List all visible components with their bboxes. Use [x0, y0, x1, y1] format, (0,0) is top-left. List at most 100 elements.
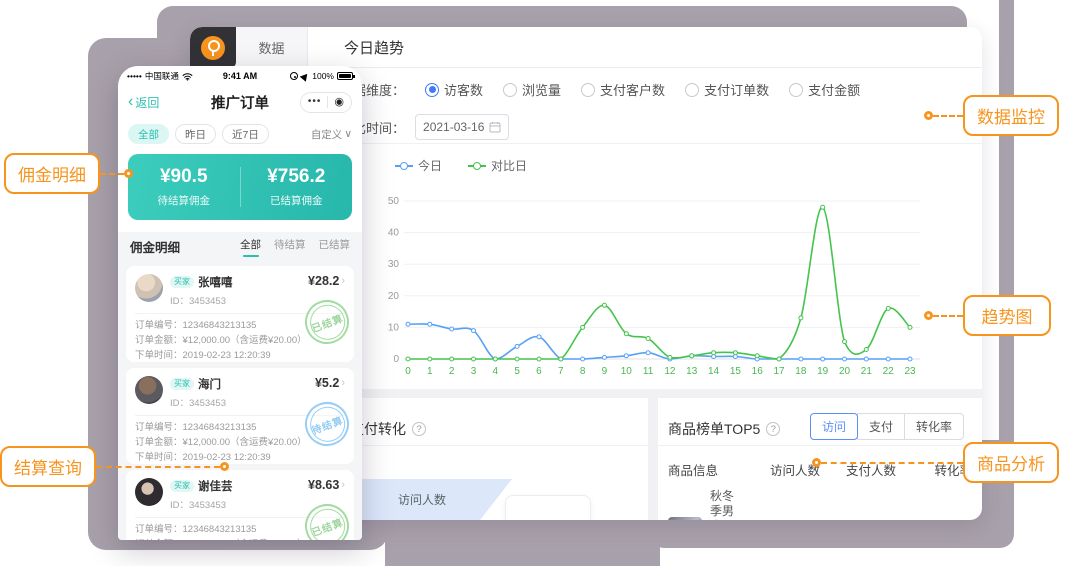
- svg-text:16: 16: [752, 366, 764, 377]
- radio-pay-orders[interactable]: 支付订单数: [685, 80, 769, 99]
- callout-connector: [96, 466, 220, 468]
- battery-icon: [337, 72, 353, 80]
- menu-dots-button[interactable]: •••: [308, 97, 322, 107]
- help-icon[interactable]: ?: [412, 422, 426, 436]
- radio-pay-amount[interactable]: 支付金额: [789, 80, 860, 99]
- svg-text:5: 5: [514, 366, 520, 377]
- svg-text:18: 18: [795, 366, 807, 377]
- callout-connector: [821, 462, 963, 464]
- svg-text:40: 40: [388, 228, 400, 239]
- settled-commission: ¥756.2 已结算佣金: [241, 166, 353, 208]
- list-tab-pending[interactable]: 待结算: [274, 237, 306, 255]
- commission-amount: ¥8.63: [308, 478, 339, 492]
- svg-text:22: 22: [883, 366, 895, 377]
- radio-label: 浏览量: [522, 80, 561, 99]
- close-target-button[interactable]: ◉: [334, 97, 344, 108]
- battery-percent-label: 100%: [312, 71, 334, 81]
- settled-amount: ¥756.2: [267, 166, 325, 188]
- svg-text:0: 0: [393, 354, 399, 365]
- active-tab[interactable]: [190, 27, 236, 68]
- range-tab-yesterday[interactable]: 昨日: [175, 124, 216, 144]
- back-label: 返回: [135, 94, 159, 111]
- tab-rate[interactable]: 转化率: [904, 413, 964, 440]
- radio-icon[interactable]: [581, 83, 595, 97]
- radio-visitors[interactable]: 访客数: [425, 80, 483, 99]
- radio-label: 支付客户数: [600, 80, 665, 99]
- svg-text:10: 10: [621, 366, 633, 377]
- page-title: 今日趋势: [308, 27, 982, 67]
- callout-product-analysis: 商品分析: [812, 442, 1059, 483]
- product-row[interactable]: 秋冬季男士毛 中领新宽松 1 1 100%: [668, 489, 972, 520]
- dimension-row: 数据维度： 访客数 浏览量 支付客户数 支付订单数: [340, 80, 860, 99]
- svg-text:4: 4: [493, 366, 499, 377]
- buyer-id: ID：3453453: [170, 497, 233, 511]
- help-icon[interactable]: ?: [766, 422, 780, 436]
- svg-text:50: 50: [388, 196, 400, 207]
- svg-text:30: 30: [388, 259, 400, 270]
- radio-icon[interactable]: [789, 83, 803, 97]
- legend-item-today: 今日: [395, 157, 442, 174]
- range-tab-7days[interactable]: 近7日: [222, 124, 269, 144]
- settled-label: 已结算佣金: [270, 193, 323, 208]
- buyer-id: ID：3453453: [170, 293, 233, 307]
- commission-amount: ¥28.2: [308, 274, 339, 288]
- miniprogram-capsule: ••• ◉: [300, 92, 352, 113]
- svg-text:0: 0: [405, 366, 411, 377]
- svg-text:12: 12: [664, 366, 676, 377]
- callout-dot: [124, 169, 133, 178]
- svg-text:9: 9: [602, 366, 608, 377]
- radio-pageviews[interactable]: 浏览量: [503, 80, 561, 99]
- funnel-stage-visits[interactable]: 访问人数: [360, 479, 512, 520]
- commission-list-tabs: 全部 待结算 已结算: [240, 237, 350, 255]
- commission-list-title: 佣金明细: [130, 237, 180, 256]
- svg-text:21: 21: [861, 366, 873, 377]
- compare-row: 对比时间： 2021-03-16: [340, 114, 509, 140]
- order-card[interactable]: 买家 张嘻嘻 ID：3453453 ¥28.2 › 订单编号：123468432…: [126, 266, 354, 362]
- location-icon: [290, 72, 298, 80]
- buyer-id: ID：3453453: [170, 395, 226, 409]
- chevron-right-icon: ›: [341, 479, 345, 491]
- callout-settlement-query: 结算查询: [0, 446, 229, 487]
- buyer-name: 张嘻嘻: [198, 274, 233, 290]
- chevron-right-icon: ›: [341, 377, 345, 389]
- radio-label: 支付金额: [808, 80, 860, 99]
- section-divider-vertical: [648, 389, 658, 520]
- col-visits: 访问人数: [744, 460, 820, 479]
- product-name-line1: 秋冬季男士毛: [710, 489, 734, 520]
- svg-text:13: 13: [686, 366, 698, 377]
- svg-text:20: 20: [839, 366, 851, 377]
- product-image: [668, 517, 702, 520]
- radio-label: 访客数: [444, 80, 483, 99]
- svg-text:7: 7: [558, 366, 564, 377]
- radio-icon[interactable]: [685, 83, 699, 97]
- date-picker[interactable]: 2021-03-16: [415, 114, 509, 140]
- legend-marker-green-icon: [468, 165, 486, 167]
- composite-screenshot: 数据 今日趋势 数据维度： 访客数 浏览量 支付客户数: [0, 0, 1080, 566]
- range-tab-all[interactable]: 全部: [128, 124, 169, 144]
- date-value: 2021-03-16: [423, 120, 484, 134]
- svg-text:15: 15: [730, 366, 742, 377]
- chevron-down-icon: ∨: [344, 128, 352, 140]
- legend-label: 今日: [418, 157, 442, 174]
- avatar: [135, 376, 163, 404]
- tab-pays[interactable]: 支付: [857, 413, 905, 440]
- callout-dot: [220, 462, 229, 471]
- custom-range-button[interactable]: 自定义 ∨: [311, 127, 352, 142]
- callout-label: 结算查询: [0, 446, 96, 487]
- custom-label: 自定义: [311, 127, 343, 142]
- list-tab-settled[interactable]: 已结算: [319, 237, 351, 255]
- trend-line-chart: 0102030405001234567891011121314151617181…: [385, 187, 925, 382]
- status-icons: 100%: [290, 71, 353, 81]
- tab-data[interactable]: 数据: [236, 27, 308, 67]
- radio-selected-icon[interactable]: [425, 83, 439, 97]
- list-tab-all[interactable]: 全部: [240, 237, 261, 255]
- tab-visits[interactable]: 访问: [810, 413, 858, 440]
- order-time: 下单时间：2019-02-23 12:20:39: [135, 348, 345, 362]
- callout-commission-detail: 佣金明细: [4, 153, 133, 194]
- navigation-arrow-icon: [300, 71, 311, 82]
- radio-icon[interactable]: [503, 83, 517, 97]
- products-tab-group: 访问 支付 转化率: [811, 413, 964, 440]
- back-button[interactable]: ‹ 返回: [128, 94, 159, 111]
- callout-label: 数据监控: [963, 95, 1059, 136]
- radio-pay-customers[interactable]: 支付客户数: [581, 80, 665, 99]
